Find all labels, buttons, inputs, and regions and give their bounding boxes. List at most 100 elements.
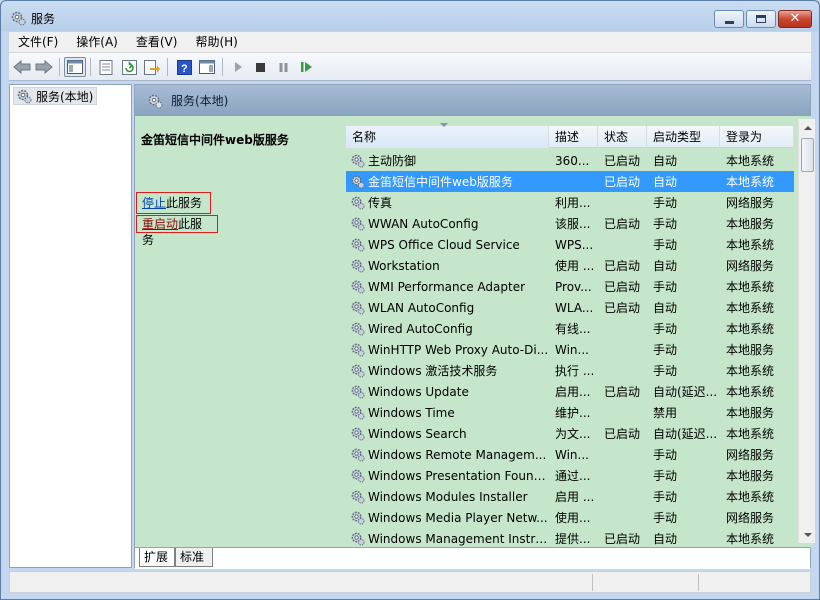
- service-gear-icon: [351, 301, 365, 315]
- resume-service-icon: [300, 62, 312, 72]
- menu-file[interactable]: 文件(F): [9, 32, 67, 53]
- service-status: 已启动: [604, 154, 641, 168]
- forward-button[interactable]: [33, 57, 55, 77]
- export-list-button[interactable]: [141, 57, 163, 77]
- service-gear-icon: [351, 154, 365, 168]
- service-name-cell: WLAN AutoConfig: [346, 300, 549, 315]
- service-row[interactable]: Windows Management Instru... 提供... 已启动 自动 本地…: [346, 528, 794, 549]
- services-gear-icon: [148, 94, 163, 108]
- service-description: 启用...: [555, 385, 591, 399]
- properties-button[interactable]: [95, 57, 117, 77]
- service-gear-icon: [351, 280, 365, 294]
- service-row[interactable]: Windows Search 为文... 已启动 自动(延迟... 本地系统: [346, 423, 794, 444]
- service-description: 启用 ...: [555, 490, 595, 504]
- refresh-button[interactable]: [118, 57, 140, 77]
- service-startup-type: 手动: [653, 448, 678, 462]
- service-name-cell: Windows Modules Installer: [346, 489, 549, 504]
- service-row[interactable]: Windows Update 启用... 已启动 自动(延迟... 本地系统: [346, 381, 794, 402]
- show-hide-tree-button[interactable]: [64, 57, 86, 77]
- back-button[interactable]: [11, 57, 33, 77]
- stop-service-button[interactable]: [249, 57, 271, 77]
- service-gear-icon: [351, 490, 365, 504]
- service-name-cell: Windows Search: [346, 426, 549, 441]
- help-button[interactable]: ?: [173, 57, 195, 77]
- service-startup-type: 自动: [653, 532, 678, 546]
- toolbar-separator: [59, 58, 60, 76]
- scroll-thumb[interactable]: [801, 138, 814, 172]
- service-description: Win...: [555, 447, 589, 462]
- service-row[interactable]: Windows Time 维护... 禁用 本地服务: [346, 402, 794, 423]
- tab-extended[interactable]: 扩展: [139, 548, 175, 567]
- service-row[interactable]: Windows Remote Managem... Win... 手动 网络服务: [346, 444, 794, 465]
- service-detail-panel: 金笛短信中间件web版服务 停止此服务 重启动此服务: [135, 116, 347, 547]
- maximize-button[interactable]: [746, 10, 776, 28]
- pause-service-button[interactable]: [272, 57, 294, 77]
- tab-standard[interactable]: 标准: [175, 548, 213, 567]
- menu-action[interactable]: 操作(A): [67, 32, 127, 53]
- restart-service-link[interactable]: 重启动: [142, 217, 178, 231]
- column-header-description[interactable]: 描述: [549, 126, 598, 148]
- service-row[interactable]: 传真 利用... 手动 网络服务: [346, 192, 794, 213]
- service-startup-type: 自动(延迟...: [653, 427, 718, 441]
- service-logon-as: 本地系统: [726, 301, 775, 315]
- show-hide-action-pane-button[interactable]: [196, 57, 218, 77]
- service-row[interactable]: Wired AutoConfig 有线... 手动 本地系统: [346, 318, 794, 339]
- service-logon-as: 本地系统: [726, 154, 775, 168]
- service-name-cell: Windows Time: [346, 405, 549, 420]
- svg-text:?: ?: [181, 63, 188, 75]
- service-logon-as: 本地服务: [726, 469, 775, 483]
- column-header-name[interactable]: 名称: [346, 123, 549, 148]
- tree-item-services-local[interactable]: 服务(本地): [13, 87, 98, 105]
- service-name: Windows Search: [368, 426, 467, 441]
- service-description: 为文...: [555, 427, 591, 441]
- service-name: Windows Media Player Netw...: [368, 510, 548, 525]
- service-name: WinHTTP Web Proxy Auto-Di...: [368, 342, 549, 357]
- service-gear-icon: [351, 406, 365, 420]
- menu-view[interactable]: 查看(V): [127, 32, 187, 53]
- resume-service-button[interactable]: [295, 57, 317, 77]
- title-bar[interactable]: 服务 ✕: [1, 1, 819, 32]
- service-row[interactable]: 主动防御 360... 已启动 自动 本地系统: [346, 150, 794, 171]
- service-row[interactable]: Windows 激活技术服务 执行 ... 手动 本地系统: [346, 360, 794, 381]
- close-icon: ✕: [789, 11, 801, 26]
- service-row[interactable]: WPS Office Cloud Service WPS... 手动 本地系统: [346, 234, 794, 255]
- service-row[interactable]: Workstation 使用 ... 已启动 自动 网络服务: [346, 255, 794, 276]
- service-row[interactable]: Windows Modules Installer 启用 ... 手动 本地系统: [346, 486, 794, 507]
- vertical-scrollbar[interactable]: [798, 119, 815, 543]
- service-gear-icon: [351, 469, 365, 483]
- column-header-startup-type[interactable]: 启动类型: [647, 126, 720, 148]
- service-row[interactable]: 金笛短信中间件web版服务 已启动 自动 本地系统: [346, 171, 794, 192]
- service-logon-as: 本地系统: [726, 175, 775, 189]
- scroll-up-button[interactable]: [799, 119, 816, 136]
- service-row[interactable]: WMI Performance Adapter Prov... 已启动 手动 本地系统: [346, 276, 794, 297]
- service-row[interactable]: Windows Media Player Netw... 使用... 手动 网络服务: [346, 507, 794, 528]
- service-description: 提供...: [555, 532, 591, 546]
- service-status: 已启动: [604, 175, 641, 189]
- toolbar: ?: [9, 53, 811, 81]
- service-description: Win...: [555, 342, 589, 357]
- service-status: 已启动: [604, 301, 641, 315]
- stop-service-link[interactable]: 停止: [142, 196, 166, 210]
- service-gear-icon: [351, 385, 365, 399]
- forward-arrow-icon: [35, 60, 53, 74]
- start-service-button[interactable]: [227, 57, 249, 77]
- minimize-button[interactable]: [714, 10, 744, 28]
- close-button[interactable]: ✕: [778, 10, 812, 28]
- menu-help[interactable]: 帮助(H): [186, 32, 246, 53]
- service-name-cell: Windows Media Player Netw...: [346, 510, 549, 525]
- service-row[interactable]: WLAN AutoConfig WLA... 已启动 自动 本地系统: [346, 297, 794, 318]
- service-name: Wired AutoConfig: [368, 321, 473, 336]
- service-row[interactable]: Windows Presentation Found... 通过... 手动 本地服务: [346, 465, 794, 486]
- scroll-down-button[interactable]: [799, 526, 816, 543]
- back-arrow-icon: [13, 60, 31, 74]
- service-startup-type: 手动: [653, 364, 678, 378]
- service-row[interactable]: WWAN AutoConfig 该服... 已启动 手动 本地服务: [346, 213, 794, 234]
- scroll-down-icon: [803, 532, 812, 537]
- service-row[interactable]: WinHTTP Web Proxy Auto-Di... Win... 手动 本地服务: [346, 339, 794, 360]
- service-startup-type: 自动: [653, 175, 678, 189]
- service-name: WLAN AutoConfig: [368, 300, 475, 315]
- column-header-status[interactable]: 状态: [598, 126, 647, 148]
- column-header-logon-as[interactable]: 登录为: [720, 126, 794, 148]
- service-status: 已启动: [604, 385, 641, 399]
- scroll-up-icon: [803, 125, 812, 130]
